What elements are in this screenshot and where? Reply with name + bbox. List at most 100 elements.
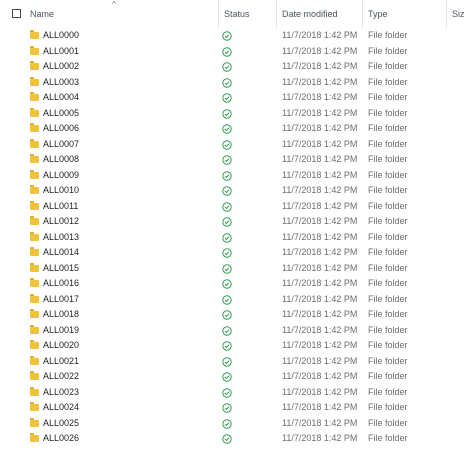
file-list: ALL0000 11/7/2018 1:42 PM File folder ALL00… <box>0 28 474 447</box>
folder-icon <box>30 30 39 39</box>
file-type: File folder <box>368 278 408 288</box>
file-name: ALL0020 <box>43 340 80 350</box>
column-divider[interactable] <box>446 0 447 28</box>
file-row[interactable]: ALL0026 11/7/2018 1:42 PM File folder <box>0 431 474 447</box>
file-row[interactable]: ALL0020 11/7/2018 1:42 PM File folder <box>0 338 474 354</box>
folder-icon <box>30 386 39 396</box>
file-type: File folder <box>368 216 408 226</box>
file-row[interactable]: ALL0004 11/7/2018 1:42 PM File folder <box>0 90 474 106</box>
sync-status-icon <box>222 155 232 165</box>
sync-status-icon <box>222 356 232 367</box>
file-name: ALL0008 <box>43 154 80 164</box>
date-modified: 11/7/2018 1:42 PM <box>282 355 358 366</box>
file-name: ALL0023 <box>43 386 80 397</box>
file-type: File folder <box>368 386 408 397</box>
file-row[interactable]: ALL0015 11/7/2018 1:42 PM File folder <box>0 261 474 277</box>
sync-status-icon <box>222 434 232 444</box>
sync-status-icon <box>222 372 232 382</box>
file-row[interactable]: ALL0006 11/7/2018 1:42 PM File folder <box>0 121 474 137</box>
date-modified: 11/7/2018 1:42 PM <box>282 402 358 412</box>
file-name: ALL0007 <box>43 138 80 149</box>
date-modified: 11/7/2018 1:42 PM <box>282 247 358 257</box>
date-modified: 11/7/2018 1:42 PM <box>282 30 358 40</box>
folder-icon <box>30 216 39 225</box>
file-row[interactable]: ALL0002 11/7/2018 1:42 PM File folder <box>0 59 474 75</box>
file-row[interactable]: ALL0010 11/7/2018 1:42 PM File folder <box>0 183 474 199</box>
file-row[interactable]: ALL0024 11/7/2018 1:42 PM File folder <box>0 400 474 416</box>
file-row[interactable]: ALL0014 11/7/2018 1:42 PM File folder <box>0 245 474 261</box>
folder-icon <box>30 309 39 318</box>
date-modified: 11/7/2018 1:42 PM <box>282 371 358 381</box>
folder-icon <box>30 45 39 55</box>
folder-icon <box>30 185 39 194</box>
column-divider[interactable] <box>276 0 277 28</box>
file-type: File folder <box>368 417 408 428</box>
file-name: ALL0025 <box>43 417 80 428</box>
column-divider[interactable] <box>218 0 219 28</box>
column-header-type[interactable]: Type <box>368 9 388 19</box>
column-header-size[interactable]: Siz <box>452 9 465 19</box>
folder-icon <box>30 169 39 179</box>
file-name: ALL0022 <box>43 371 80 381</box>
folder-icon <box>30 231 39 241</box>
column-header-name[interactable]: Name <box>30 9 54 19</box>
file-row[interactable]: ALL0022 11/7/2018 1:42 PM File folder <box>0 369 474 385</box>
file-row[interactable]: ALL0016 11/7/2018 1:42 PM File folder <box>0 276 474 292</box>
file-type: File folder <box>368 154 408 164</box>
file-row[interactable]: ALL0019 11/7/2018 1:42 PM File folder <box>0 323 474 339</box>
file-name: ALL0016 <box>43 278 80 288</box>
column-header-date-modified[interactable]: Date modified <box>282 9 338 19</box>
date-modified: 11/7/2018 1:42 PM <box>282 262 358 273</box>
date-modified: 11/7/2018 1:42 PM <box>282 138 358 149</box>
file-row[interactable]: ALL0013 11/7/2018 1:42 PM File folder <box>0 230 474 246</box>
file-type: File folder <box>368 262 408 273</box>
file-name: ALL0003 <box>43 76 80 87</box>
file-type: File folder <box>368 92 408 102</box>
file-row[interactable]: ALL0001 11/7/2018 1:42 PM File folder <box>0 44 474 60</box>
file-row[interactable]: ALL0009 11/7/2018 1:42 PM File folder <box>0 168 474 184</box>
date-modified: 11/7/2018 1:42 PM <box>282 216 358 226</box>
select-all-checkbox[interactable] <box>12 9 21 18</box>
file-name: ALL0011 <box>43 200 79 211</box>
file-row[interactable]: ALL0007 11/7/2018 1:42 PM File folder <box>0 137 474 153</box>
date-modified: 11/7/2018 1:42 PM <box>282 278 358 288</box>
file-row[interactable]: ALL0017 11/7/2018 1:42 PM File folder <box>0 292 474 308</box>
file-row[interactable]: ALL0008 11/7/2018 1:42 PM File folder <box>0 152 474 168</box>
sync-status-icon <box>222 186 232 196</box>
folder-icon <box>30 293 39 303</box>
folder-icon <box>30 262 39 272</box>
column-divider[interactable] <box>362 0 363 28</box>
file-row[interactable]: ALL0025 11/7/2018 1:42 PM File folder <box>0 416 474 432</box>
sync-status-icon <box>222 62 232 72</box>
file-row[interactable]: ALL0023 11/7/2018 1:42 PM File folder <box>0 385 474 401</box>
date-modified: 11/7/2018 1:42 PM <box>282 340 358 350</box>
sync-status-icon <box>222 46 232 57</box>
file-row[interactable]: ALL0005 11/7/2018 1:42 PM File folder <box>0 106 474 122</box>
date-modified: 11/7/2018 1:42 PM <box>282 61 358 71</box>
folder-icon <box>30 340 39 349</box>
date-modified: 11/7/2018 1:42 PM <box>282 92 358 102</box>
sync-status-icon <box>222 77 232 88</box>
column-header-status[interactable]: Status <box>224 9 250 19</box>
date-modified: 11/7/2018 1:42 PM <box>282 231 358 242</box>
sync-status-icon <box>222 403 232 413</box>
file-type: File folder <box>368 433 408 443</box>
file-type: File folder <box>368 293 408 304</box>
file-name: ALL0001 <box>43 45 80 56</box>
sync-status-icon <box>222 263 232 274</box>
sync-status-icon <box>222 232 232 243</box>
folder-icon <box>30 138 39 148</box>
file-name: ALL0004 <box>43 92 80 102</box>
file-row[interactable]: ALL0021 11/7/2018 1:42 PM File folder <box>0 354 474 370</box>
file-row[interactable]: ALL0000 11/7/2018 1:42 PM File folder <box>0 28 474 44</box>
date-modified: 11/7/2018 1:42 PM <box>282 200 358 211</box>
date-modified: 11/7/2018 1:42 PM <box>282 169 358 180</box>
file-row[interactable]: ALL0018 11/7/2018 1:42 PM File folder <box>0 307 474 323</box>
file-type: File folder <box>368 402 408 412</box>
sync-status-icon <box>222 170 232 181</box>
date-modified: 11/7/2018 1:42 PM <box>282 433 358 443</box>
date-modified: 11/7/2018 1:42 PM <box>282 324 358 335</box>
file-row[interactable]: ALL0003 11/7/2018 1:42 PM File folder <box>0 75 474 91</box>
file-row[interactable]: ALL0012 11/7/2018 1:42 PM File folder <box>0 214 474 230</box>
file-row[interactable]: ALL0011 11/7/2018 1:42 PM File folder <box>0 199 474 215</box>
